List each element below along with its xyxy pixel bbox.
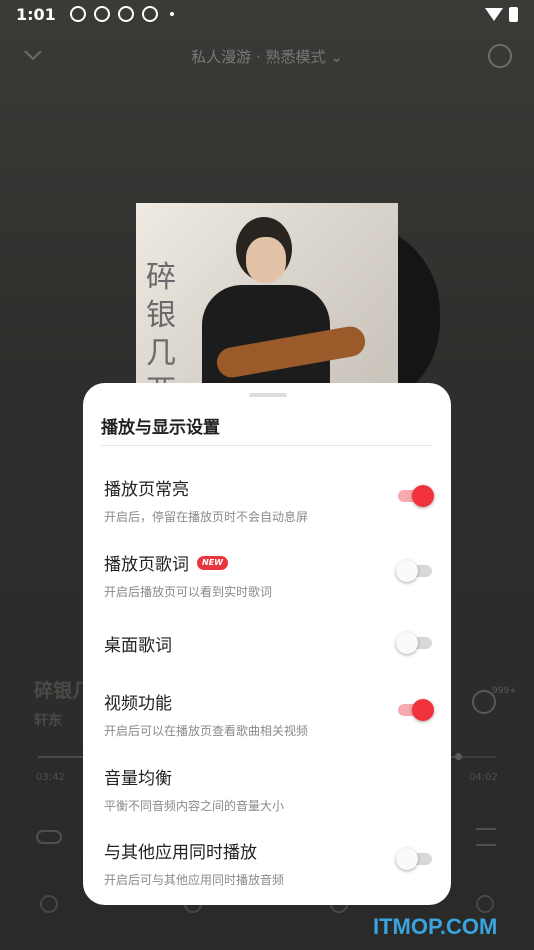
more-icon[interactable]: [476, 895, 494, 913]
notification-icon: [117, 6, 134, 22]
setting-description: 开启后可以在播放页查看歌曲相关视频: [104, 724, 309, 738]
cover-calligraphy: 碎银几两: [146, 260, 176, 393]
roaming-mode-title[interactable]: 私人漫游 · 熟悉模式 ⌄: [0, 46, 534, 67]
player-lyrics-toggle[interactable]: [396, 558, 434, 582]
keep-screen-on-toggle[interactable]: [396, 483, 434, 507]
share-icon[interactable]: [488, 44, 512, 68]
sound-effect-icon[interactable]: [40, 895, 58, 913]
more-notifications-icon: [169, 12, 174, 16]
setting-row-volume-balance[interactable]: 音量均衡 平衡不同音频内容之间的音量大小: [104, 764, 434, 814]
playlist-icon[interactable]: [476, 828, 496, 846]
album-cover: 碎银几两: [136, 203, 398, 393]
setting-row-mix-playback[interactable]: 与其他应用同时播放 开启后可与其他应用同时播放音频: [104, 838, 434, 888]
setting-row-keep-screen-on[interactable]: 播放页常亮 开启后，停留在播放页时不会自动息屏: [104, 475, 434, 525]
setting-label: 视频功能: [104, 694, 172, 714]
toggle-knob: [412, 485, 434, 507]
setting-label: 音量均衡: [104, 769, 172, 789]
notification-icon: [93, 6, 110, 22]
status-bar: 1:01: [0, 0, 534, 28]
player-topbar: 私人漫游 · 熟悉模式 ⌄: [0, 40, 534, 72]
setting-row-video[interactable]: 视频功能 开启后可以在播放页查看歌曲相关视频: [104, 689, 434, 739]
desktop-lyrics-toggle[interactable]: [396, 630, 434, 654]
divider: [101, 445, 433, 446]
sheet-grabber[interactable]: [249, 393, 287, 397]
progress-knob[interactable]: [455, 753, 462, 760]
setting-description: 开启后，停留在播放页时不会自动息屏: [104, 510, 309, 524]
setting-description: 开启后播放页可以看到实时歌词: [104, 585, 273, 599]
comment-count: 999+: [492, 686, 517, 696]
setting-description: 平衡不同音频内容之间的音量大小: [104, 799, 285, 813]
setting-label: 与其他应用同时播放: [104, 843, 257, 863]
setting-row-player-lyrics[interactable]: 播放页歌词 NEW 开启后播放页可以看到实时歌词: [104, 550, 434, 600]
setting-label: 桌面歌词: [104, 636, 172, 656]
wifi-icon: [485, 7, 503, 21]
notification-icon: [69, 6, 86, 22]
setting-label: 播放页歌词: [104, 555, 189, 575]
toggle-knob: [396, 848, 418, 870]
cover-figure-face: [246, 237, 286, 283]
notification-icon: [141, 6, 158, 22]
settings-sheet: 播放与显示设置 播放页常亮 开启后，停留在播放页时不会自动息屏 播放页歌词 NE…: [83, 383, 451, 905]
sheet-title: 播放与显示设置: [101, 418, 220, 438]
loop-icon[interactable]: [36, 830, 62, 844]
current-time: 03:42: [36, 772, 65, 783]
toggle-knob: [396, 560, 418, 582]
mix-playback-toggle[interactable]: [396, 846, 434, 870]
new-badge: NEW: [197, 555, 228, 570]
setting-label: 播放页常亮: [104, 480, 189, 500]
status-time: 1:01: [16, 4, 56, 24]
setting-description: 开启后可与其他应用同时播放音频: [104, 873, 285, 887]
toggle-knob: [412, 699, 434, 721]
battery-icon: [509, 6, 518, 22]
artist-name[interactable]: 轩东: [34, 710, 62, 730]
watermark: ITMOP.COM: [373, 914, 498, 939]
setting-row-desktop-lyrics[interactable]: 桌面歌词: [104, 631, 434, 656]
toggle-knob: [396, 632, 418, 654]
total-time: 04:02: [469, 772, 498, 783]
video-toggle[interactable]: [396, 697, 434, 721]
